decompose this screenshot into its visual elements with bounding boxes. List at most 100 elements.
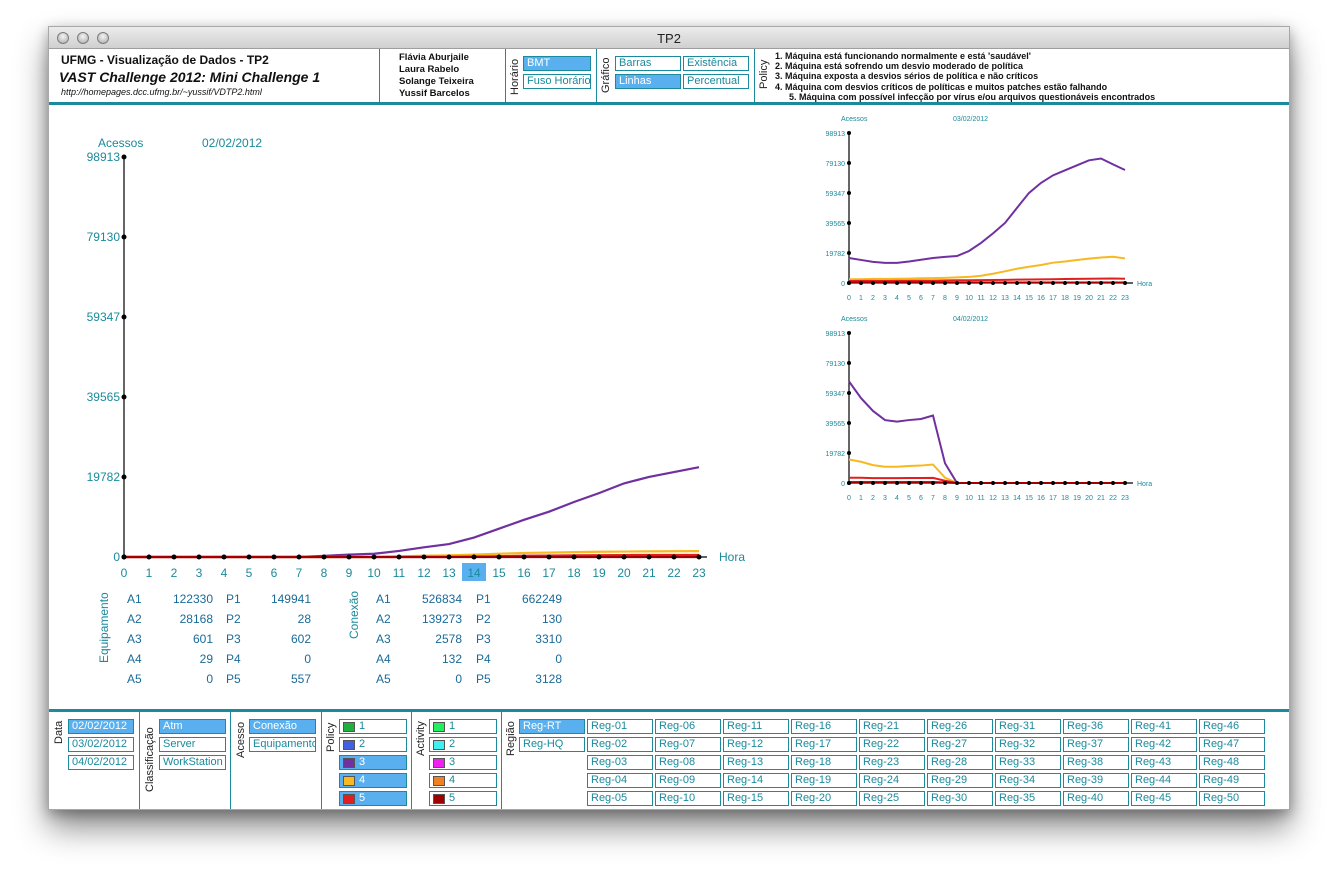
regiao-option-14[interactable]: Reg-14 (723, 773, 789, 788)
regiao-option-26[interactable]: Reg-26 (927, 719, 993, 734)
x-tick-label[interactable]: 1 (859, 495, 863, 502)
horario-option-2[interactable]: Fuso Horário (523, 74, 591, 89)
regiao-option-30[interactable]: Reg-30 (927, 791, 993, 806)
regiao-option-22[interactable]: Reg-22 (859, 737, 925, 752)
regiao-option-50[interactable]: Reg-50 (1199, 791, 1265, 806)
regiao-option-9[interactable]: Reg-09 (655, 773, 721, 788)
x-tick-label[interactable]: 18 (1061, 295, 1069, 302)
policy-filter-option-3[interactable]: 3 (339, 755, 407, 770)
activity-filter-option-1[interactable]: 1 (429, 719, 497, 734)
x-tick-label[interactable]: 5 (907, 295, 911, 302)
classificacao-option-1[interactable]: Atm (159, 719, 226, 734)
regiao-option-36[interactable]: Reg-36 (1063, 719, 1129, 734)
x-tick-label[interactable]: 11 (393, 566, 406, 580)
x-tick-label[interactable]: 3 (196, 566, 203, 580)
grafico-option-1[interactable]: Barras (615, 56, 681, 71)
x-tick-label[interactable]: 18 (567, 566, 581, 580)
x-tick-label[interactable]: 14 (1013, 295, 1021, 302)
x-tick-label[interactable]: 6 (271, 566, 278, 580)
regiao-option-28[interactable]: Reg-28 (927, 755, 993, 770)
x-tick-label[interactable]: 14 (1013, 495, 1021, 502)
x-tick-label[interactable]: 23 (1121, 295, 1129, 302)
grafico-option-2[interactable]: Existência (683, 56, 749, 71)
regiao-option-34[interactable]: Reg-34 (995, 773, 1061, 788)
x-tick-label[interactable]: 17 (542, 566, 556, 580)
x-tick-label[interactable]: 9 (955, 495, 959, 502)
x-tick-label[interactable]: 20 (1085, 295, 1093, 302)
regiao-option-16[interactable]: Reg-16 (791, 719, 857, 734)
grafico-option-4[interactable]: Percentual (683, 74, 749, 89)
x-tick-label[interactable]: 10 (367, 566, 381, 580)
regiao-option-38[interactable]: Reg-38 (1063, 755, 1129, 770)
x-tick-label[interactable]: 20 (1085, 495, 1093, 502)
x-tick-label[interactable]: 16 (517, 566, 531, 580)
regiao-option-44[interactable]: Reg-44 (1131, 773, 1197, 788)
data-option-1[interactable]: 02/02/2012 (68, 719, 134, 734)
x-tick-label[interactable]: 8 (943, 295, 947, 302)
x-tick-label[interactable]: 5 (907, 495, 911, 502)
regiao-option-24[interactable]: Reg-24 (859, 773, 925, 788)
regiao-option-7[interactable]: Reg-07 (655, 737, 721, 752)
x-tick-label[interactable]: 16 (1037, 295, 1045, 302)
x-tick-label[interactable]: 11 (977, 495, 984, 502)
x-tick-label[interactable]: 4 (895, 295, 899, 302)
x-tick-label[interactable]: 12 (989, 495, 997, 502)
regiao-option-21[interactable]: Reg-21 (859, 719, 925, 734)
regiao-option-4[interactable]: Reg-04 (587, 773, 653, 788)
x-tick-label[interactable]: 4 (895, 495, 899, 502)
x-tick-label[interactable]: 15 (492, 566, 506, 580)
activity-filter-option-2[interactable]: 2 (429, 737, 497, 752)
x-tick-label[interactable]: 19 (1073, 295, 1081, 302)
regiao-option-33[interactable]: Reg-33 (995, 755, 1061, 770)
regiao-option-13[interactable]: Reg-13 (723, 755, 789, 770)
x-tick-label[interactable]: 19 (592, 566, 606, 580)
x-tick-label[interactable]: 0 (847, 295, 851, 302)
x-tick-label[interactable]: 15 (1025, 295, 1033, 302)
x-tick-label[interactable]: 16 (1037, 495, 1045, 502)
x-tick-label[interactable]: 17 (1049, 295, 1057, 302)
x-tick-label[interactable]: 21 (1097, 495, 1105, 502)
x-tick-label[interactable]: 22 (667, 566, 681, 580)
x-tick-label[interactable]: 5 (246, 566, 253, 580)
regiao-option-39[interactable]: Reg-39 (1063, 773, 1129, 788)
activity-filter-option-4[interactable]: 4 (429, 773, 497, 788)
x-tick-label[interactable]: 21 (642, 566, 656, 580)
x-tick-label[interactable]: 22 (1109, 495, 1117, 502)
x-tick-label[interactable]: 2 (871, 495, 875, 502)
regiao-option-18[interactable]: Reg-18 (791, 755, 857, 770)
regiao-main-option-1[interactable]: Reg-RT (519, 719, 585, 734)
x-tick-label[interactable]: 10 (965, 295, 973, 302)
x-tick-label[interactable]: 7 (931, 495, 935, 502)
policy-filter-option-5[interactable]: 5 (339, 791, 407, 806)
x-tick-label[interactable]: 4 (221, 566, 228, 580)
x-tick-label[interactable]: 1 (859, 295, 863, 302)
regiao-option-25[interactable]: Reg-25 (859, 791, 925, 806)
x-tick-label[interactable]: 10 (965, 495, 973, 502)
x-tick-label[interactable]: 7 (296, 566, 303, 580)
regiao-option-23[interactable]: Reg-23 (859, 755, 925, 770)
grafico-option-3[interactable]: Linhas (615, 74, 681, 89)
policy-filter-option-2[interactable]: 2 (339, 737, 407, 752)
classificacao-option-3[interactable]: WorkStation (159, 755, 226, 770)
regiao-option-6[interactable]: Reg-06 (655, 719, 721, 734)
regiao-option-47[interactable]: Reg-47 (1199, 737, 1265, 752)
x-tick-label[interactable]: 0 (847, 495, 851, 502)
regiao-option-42[interactable]: Reg-42 (1131, 737, 1197, 752)
regiao-option-1[interactable]: Reg-01 (587, 719, 653, 734)
regiao-option-45[interactable]: Reg-45 (1131, 791, 1197, 806)
x-tick-label[interactable]: 8 (943, 495, 947, 502)
x-tick-label[interactable]: 2 (871, 295, 875, 302)
regiao-option-46[interactable]: Reg-46 (1199, 719, 1265, 734)
x-tick-label[interactable]: 13 (1001, 295, 1009, 302)
x-tick-label[interactable]: 12 (989, 295, 997, 302)
x-tick-label[interactable]: 14 (467, 566, 481, 580)
regiao-option-29[interactable]: Reg-29 (927, 773, 993, 788)
x-tick-label[interactable]: 23 (1121, 495, 1129, 502)
x-tick-label[interactable]: 3 (883, 495, 887, 502)
regiao-option-31[interactable]: Reg-31 (995, 719, 1061, 734)
regiao-option-35[interactable]: Reg-35 (995, 791, 1061, 806)
x-tick-label[interactable]: 6 (919, 495, 923, 502)
acesso-option-2[interactable]: Equipamento (249, 737, 316, 752)
regiao-option-8[interactable]: Reg-08 (655, 755, 721, 770)
policy-filter-option-1[interactable]: 1 (339, 719, 407, 734)
